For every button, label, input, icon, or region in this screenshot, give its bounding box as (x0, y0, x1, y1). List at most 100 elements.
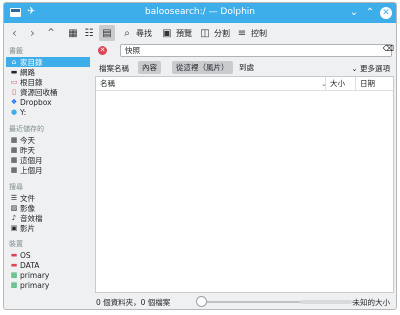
more-options-label: 更多選項 (360, 64, 390, 73)
sidebar-item-trash[interactable]: ▯ 資源回收桶 (6, 87, 90, 97)
forward-button[interactable]: › (30, 25, 35, 41)
sidebar-section-bookmarks: 書籤 (9, 47, 23, 55)
zoom-slider-handle[interactable] (196, 296, 207, 307)
status-bar: 0 個資料夾，0 個檔案 未知的大小 (92, 294, 396, 309)
sidebar-item-root[interactable]: ▭ 根目錄 (6, 77, 90, 87)
sidebar-item-label: Y: (20, 107, 27, 117)
preview-button-label: 預覽 (176, 28, 192, 38)
sidebar-item-documents[interactable]: ☰ 文件 (6, 193, 90, 203)
sidebar-item-label: Dropbox (20, 97, 52, 107)
sidebar-item-data[interactable]: ▬ DATA (6, 260, 90, 270)
sidebar-item-label: primary (20, 270, 50, 280)
sidebar-item-dropbox[interactable]: ❖ Dropbox (6, 97, 90, 107)
places-panel: 書籤 ⌂ 家目錄 ▬ 網路 ▭ 根目錄 ▯ 資源回收桶 ❖ Dropbox ● … (4, 43, 92, 309)
trash-icon: ▯ (12, 88, 16, 96)
grid-view-icon: ▦ (68, 27, 78, 39)
maximize-button[interactable]: ⌃ (364, 7, 376, 19)
search-content-option[interactable]: 內容 (138, 61, 161, 74)
dropbox-icon: ❖ (10, 98, 18, 106)
sidebar-section-devices: 裝置 (9, 240, 23, 248)
sidebar-item-yesterday[interactable]: ▦ 昨天 (6, 145, 90, 155)
search-everywhere-option[interactable]: 到處 (235, 61, 258, 74)
video-icon: ▣ (10, 224, 18, 232)
hamburger-menu-icon: ≡ (237, 27, 247, 39)
details-view-button[interactable]: ▤ (99, 25, 115, 41)
control-button[interactable]: ≡ 控制 (236, 25, 267, 41)
free-space-bar (300, 300, 352, 304)
sidebar-item-os[interactable]: ▬ OS (6, 250, 90, 260)
sidebar-item-images[interactable]: ▨ 影像 (6, 203, 90, 213)
sidebar-item-today[interactable]: ▦ 今天 (6, 135, 90, 145)
column-header-name[interactable]: 名稱 (96, 77, 326, 91)
clear-text-icon[interactable]: ⌫ (383, 44, 394, 53)
up-button[interactable]: ⌃ (46, 25, 56, 41)
close-window-button[interactable]: ✕ (380, 7, 392, 19)
search-icon: ⌕ (124, 27, 130, 39)
control-button-label: 控制 (251, 28, 267, 38)
network-icon: ▬ (10, 68, 18, 76)
column-header-size[interactable]: 大小 (326, 77, 356, 91)
preview-icon: ▣ (162, 27, 172, 39)
column-header-date[interactable]: 日期 (356, 77, 395, 91)
minimize-button[interactable]: ⌄ (348, 7, 360, 19)
filter-bar: ✕ ⌫ (92, 43, 396, 59)
chevron-left-icon: ‹ (12, 26, 17, 40)
calendar-icon: ▦ (10, 136, 18, 144)
title-bar[interactable]: ✈ baloosearch:/ — Dolphin ⌄ ⌃ ✕ (4, 3, 396, 23)
sidebar-item-home[interactable]: ⌂ 家目錄 (6, 57, 90, 67)
sidebar-item-label: OS (20, 250, 31, 260)
sidebar-item-label: 資源回收桶 (20, 87, 58, 97)
window-title: baloosearch:/ — Dolphin (145, 7, 255, 17)
more-options-button[interactable]: ⌄ 更多選項 (351, 63, 390, 74)
calendar-icon: ▦ (10, 146, 18, 154)
file-view[interactable]: 名稱 ⌄ 大小 日期 (95, 76, 394, 293)
document-icon: ☰ (10, 194, 18, 202)
free-space-text: 未知的大小 (352, 298, 391, 307)
compact-view-button[interactable]: ☷ (83, 25, 95, 41)
sidebar-item-label: DATA (20, 260, 40, 270)
main-toolbar: ‹ › ⌃ ▦ ☷ ▤ ⌕ 尋找 ▣ 預覽 ◫ 分割 ≡ 控制 (4, 23, 396, 43)
chevron-right-icon: › (30, 26, 35, 40)
audio-icon: ♪ (11, 214, 17, 222)
sidebar-item-primary-1[interactable]: ▩ primary (6, 270, 90, 280)
calendar-icon: ▦ (10, 166, 18, 174)
disk-icon: ▩ (10, 271, 18, 279)
icons-view-button[interactable]: ▦ (67, 25, 79, 41)
column-headers: 名稱 ⌄ 大小 日期 (96, 77, 393, 91)
drive-icon: ▬ (10, 261, 18, 269)
details-view-icon: ▤ (102, 27, 112, 39)
disk-icon: ▩ (10, 281, 18, 289)
sidebar-item-y-drive[interactable]: ● Y: (6, 107, 90, 117)
search-from-here-option[interactable]: 從這裡（風片） (172, 61, 233, 74)
drive-icon: ● (10, 108, 18, 116)
preview-button[interactable]: ▣ 預覽 (161, 25, 192, 41)
sidebar-section-recent: 最近儲存的 (9, 125, 44, 133)
search-options-bar: 檔案名稱 內容 從這裡（風片） 到處 ⌄ 更多選項 (92, 61, 396, 75)
chevron-up-icon: ⌃ (46, 26, 57, 40)
sidebar-item-this-month[interactable]: ▦ 這個月 (6, 155, 90, 165)
sidebar-item-network[interactable]: ▬ 網路 (6, 67, 90, 77)
close-filter-icon[interactable]: ✕ (98, 46, 107, 55)
status-text: 0 個資料夾，0 個檔案 (96, 298, 171, 307)
drive-icon: ▬ (10, 251, 18, 259)
sidebar-item-audio[interactable]: ♪ 音效檔 (6, 213, 90, 223)
split-button-label: 分割 (214, 28, 230, 38)
split-button[interactable]: ◫ 分割 (199, 25, 230, 41)
sidebar-item-primary-2[interactable]: ▩ primary (6, 280, 90, 290)
calendar-icon: ▦ (10, 156, 18, 164)
sidebar-item-label: 影片 (20, 223, 35, 233)
dolphin-window: ✈ baloosearch:/ — Dolphin ⌄ ⌃ ✕ ‹ › ⌃ ▦ … (3, 2, 397, 310)
sidebar-item-videos[interactable]: ▣ 影片 (6, 223, 90, 233)
chevron-down-icon: ⌄ (351, 64, 358, 73)
search-button[interactable]: ⌕ 尋找 (121, 25, 152, 41)
sidebar-section-search: 搜尋 (9, 183, 23, 191)
sidebar-item-label: 上個月 (20, 165, 43, 175)
image-icon: ▨ (10, 204, 18, 212)
search-button-label: 尋找 (136, 28, 152, 38)
search-filename-option[interactable]: 檔案名稱 (99, 63, 129, 74)
home-icon: ⌂ (11, 58, 17, 66)
sidebar-item-last-month[interactable]: ▦ 上個月 (6, 165, 90, 175)
compact-view-icon: ☷ (84, 27, 94, 39)
search-input[interactable] (120, 44, 392, 57)
back-button[interactable]: ‹ (12, 25, 17, 41)
